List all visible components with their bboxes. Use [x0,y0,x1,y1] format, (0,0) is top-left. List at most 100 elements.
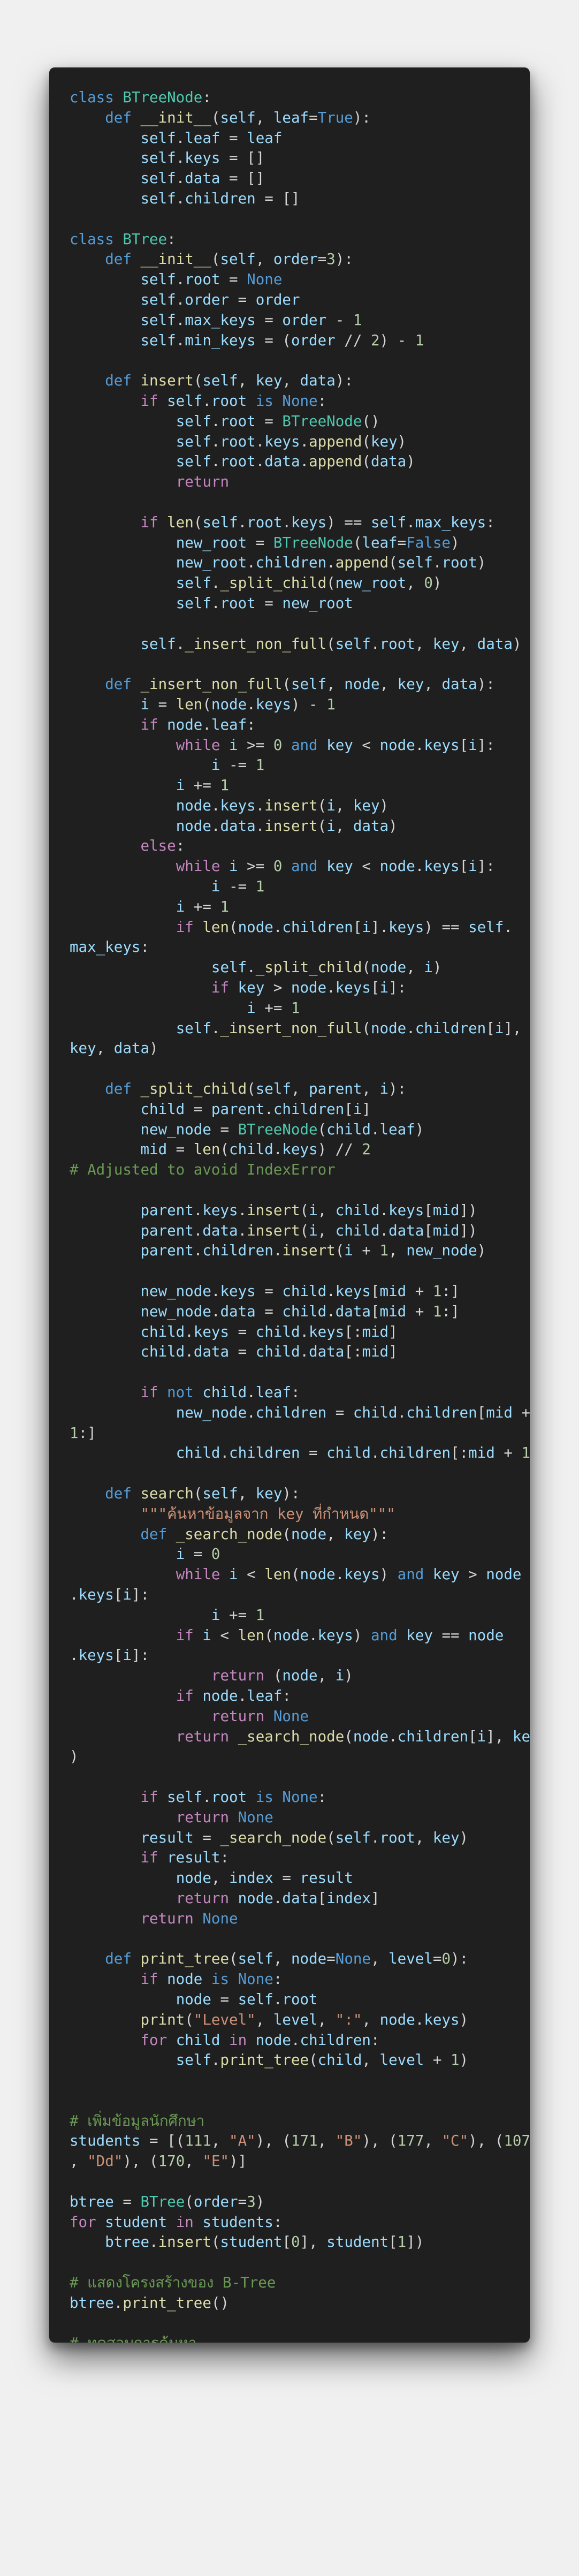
code-token: children [397,1728,469,1745]
code-token: node [167,716,203,733]
code-line: new_node = BTreeNode(child.leaf) [70,1120,530,1140]
code-token: . [370,1444,380,1462]
code-token: . [291,2031,300,2049]
code-token: . [238,1201,247,1219]
code-token: key [326,736,353,754]
code-token: . [504,918,513,936]
code-line: if self.root is None: [70,391,530,412]
code-token: , [317,1667,336,1685]
code-token: ) [477,554,486,572]
code-line: child.children = child.children[:mid + 1… [70,1443,530,1464]
code-token: data [309,1343,345,1361]
code-token: ( [185,2193,194,2210]
code-token: ( [362,433,371,450]
code-token: ]) [459,1222,477,1239]
code-token: new_root [176,534,247,551]
code-token: mid [432,1201,460,1219]
code-line: parent.children.insert(i + 1, new_node) [70,1241,530,1261]
code-token: ( [229,1950,238,1968]
code-token: i [123,1647,132,1664]
code-token: i [477,1728,486,1745]
code-token: None [202,1910,238,1927]
code-line: new_root.children.append(self.root) [70,553,530,573]
code-token: . [176,291,185,308]
code-token: ): [388,1080,407,1098]
code-token: [ [486,1019,495,1037]
code-token: ]. [370,918,389,936]
code-token: . [397,1404,407,1421]
code-token: key [344,1525,371,1543]
code-token: 1 [326,695,336,713]
code-token: len [167,513,194,531]
code-token: += [255,999,291,1017]
code-token: child [255,1343,300,1361]
code-token: 1 [415,331,424,349]
code-token: ) [353,1626,362,1644]
code-token: = [397,534,407,551]
code-token: # Adjusted to avoid IndexError [70,1161,336,1179]
code-line: child.keys = child.keys[:mid] [70,1322,530,1343]
code-token: self [140,291,176,308]
code-token: i [211,1606,220,1624]
code-line: self._split_child(node, i) [70,958,530,978]
code-token: def [105,372,141,390]
code-token: leaf [211,716,247,733]
code-token: def [105,676,141,693]
code-token: . [70,1647,79,1664]
code-line: self._split_child(new_root, 0) [70,573,530,594]
code-token: = [185,1545,211,1563]
code-token: node [486,1566,522,1584]
code-token: += [185,777,220,794]
code-token: . [273,1990,283,2008]
code-token: append [309,433,362,450]
code-line: i += 1 [70,1605,530,1626]
code-token: node [273,1626,309,1644]
code-token: . [379,1222,389,1239]
code-token: ( [282,676,291,693]
code-token: += [220,1606,256,1624]
code-token: = [229,1343,256,1361]
code-token: . [415,858,424,875]
code-token: ) - [291,695,327,713]
code-token: [ [388,2233,398,2251]
code-token: ) [477,1242,486,1260]
code-token: return [176,473,230,491]
code-token: i [353,1100,362,1118]
code-token: data [441,676,477,693]
code-token: student [220,2233,283,2251]
code-token: 1 [451,2051,460,2069]
code-token: order [291,331,336,349]
code-token: ( [211,109,220,126]
code-token: key [432,1829,460,1846]
code-line: def search(self, key): [70,1484,530,1504]
code-token: self [397,554,433,572]
code-token: _insert_non_full [185,635,327,653]
code-token: . [70,1586,79,1603]
code-token: i [379,979,389,997]
code-token: = [193,1829,220,1846]
code-token: . [326,554,336,572]
code-token: . [211,412,220,430]
code-token: if [176,1626,203,1644]
code-token: . [202,392,211,410]
code-token: node [370,959,407,976]
code-token: . [273,918,283,936]
code-line: self.order = order [70,290,530,310]
code-token: ): [370,1525,389,1543]
code-line: parent.data.insert(i, child.data[mid]) [70,1221,530,1241]
code-token: == [432,1626,469,1644]
code-token: , [238,372,256,390]
code-token: ( [326,574,336,592]
code-token: data [282,1889,318,1907]
code-token: ) [415,1120,424,1138]
